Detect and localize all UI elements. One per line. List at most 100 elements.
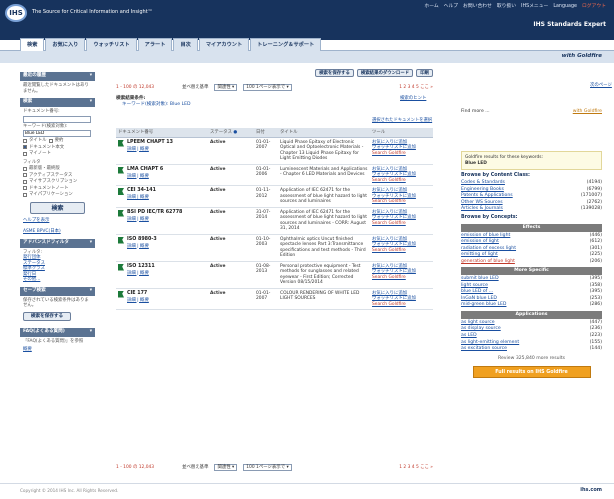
doc-number[interactable]: ISO 12311	[127, 264, 155, 269]
page-links-bottom[interactable]: 1 2 3 4 5 ここ »	[399, 465, 433, 471]
download-results-button[interactable]: 検索結果のダウンロード	[356, 69, 414, 77]
tab-training[interactable]: トレーニング＆サポート	[250, 38, 322, 51]
title-checkbox[interactable]	[23, 138, 27, 143]
filter-checkbox-2[interactable]	[23, 173, 27, 178]
sort-select-bottom[interactable]: 関連性 ▾	[214, 464, 238, 471]
detail-summary-links[interactable]: 詳細 | 概要	[127, 217, 206, 223]
per-page-select-bottom[interactable]: 100 1ページ表示で ▾	[243, 464, 292, 471]
concept-name[interactable]: as display source	[461, 326, 501, 332]
detail-summary-links[interactable]: 詳細 | 概要	[127, 298, 206, 304]
col-docnum[interactable]: ドキュメント番号	[116, 128, 208, 138]
goldfire-link[interactable]: with Goldfire	[573, 109, 602, 115]
concept-item[interactable]: blue LED of ... (395)	[461, 289, 602, 295]
saved-search-header[interactable]: セーブ検索	[20, 286, 95, 296]
top-link-handling[interactable]: 取り扱い	[497, 4, 516, 10]
content-class-item[interactable]: Codes & Standards (4194)	[461, 180, 602, 186]
content-class-name[interactable]: Articles & Journals	[461, 206, 503, 212]
detail-summary-links[interactable]: 詳細 | 概要	[127, 244, 206, 250]
info-icon[interactable]: ●	[233, 130, 237, 135]
concept-item[interactable]: radiation of excess light (301)	[461, 246, 602, 252]
filter-option-4[interactable]: ドキュメントノート	[23, 186, 92, 192]
filter-checkbox-4[interactable]	[23, 186, 27, 191]
search-help-link[interactable]: ヘルプを表示	[23, 218, 92, 224]
asme-bpvc-link[interactable]: ASME BPVC(日本)	[23, 229, 92, 235]
top-link-contact[interactable]: お問い合わせ	[463, 4, 492, 10]
filter-option-5[interactable]: マイパブリケーション	[23, 192, 92, 198]
concept-name[interactable]: emission of light	[461, 239, 499, 245]
concept-name[interactable]: InGaN blue LED	[461, 296, 497, 302]
concept-item[interactable]: generation of blue light (206)	[461, 259, 602, 265]
concept-item[interactable]: mid-green blue LED (286)	[461, 302, 602, 308]
concept-item[interactable]: as light-emitting element (155)	[461, 340, 602, 346]
filter-checkbox-1[interactable]	[23, 166, 27, 171]
advanced-filter-header[interactable]: アドバンスドフィルタ	[20, 238, 95, 248]
faq-header[interactable]: FAQ(よくある質問)	[20, 327, 95, 337]
tab-search[interactable]: 検索	[20, 38, 45, 51]
docnum-input[interactable]	[23, 115, 91, 123]
adv-filter-other[interactable]: その他...	[23, 277, 92, 283]
search-button[interactable]: 検索	[30, 201, 85, 214]
top-link-home[interactable]: ホーム	[424, 4, 438, 10]
content-class-name[interactable]: Other WS Sources	[461, 200, 503, 206]
search-hint-link[interactable]: 検索のヒント	[400, 96, 426, 102]
content-class-name[interactable]: Codes & Standards	[461, 180, 505, 186]
faq-link[interactable]: 概要	[23, 347, 92, 353]
content-class-item[interactable]: Other WS Sources (2762)	[461, 200, 602, 206]
footer-logo[interactable]: ihs.com	[580, 487, 602, 493]
search-goldfire-link[interactable]: Search Goldfire	[372, 302, 431, 308]
concept-item[interactable]: light source (358)	[461, 283, 602, 289]
note-checkbox[interactable]	[23, 151, 27, 156]
page-links[interactable]: 1 2 3 4 5 ここ »	[399, 85, 433, 91]
fulltext-option[interactable]: ドキュメント本文	[23, 145, 92, 151]
print-button[interactable]: 印刷	[416, 69, 433, 77]
doc-number[interactable]: LPEEM CHAPT 13	[127, 140, 173, 145]
sort-select[interactable]: 関連性 ▾	[214, 84, 238, 91]
concept-item[interactable]: emission of blue light (446)	[461, 233, 602, 239]
search-panel-header[interactable]: 検索	[20, 98, 95, 107]
concept-item[interactable]: as light source (447)	[461, 320, 602, 326]
content-class-item[interactable]: Patents & Applications (171007)	[461, 193, 602, 199]
keyword-input[interactable]	[23, 130, 91, 137]
content-class-name[interactable]: Patents & Applications	[461, 193, 513, 199]
content-class-name[interactable]: Engineering Books	[461, 187, 504, 193]
search-goldfire-link[interactable]: Search Goldfire	[372, 221, 431, 227]
search-goldfire-link[interactable]: Search Goldfire	[372, 248, 431, 254]
search-goldfire-link[interactable]: Search Goldfire	[372, 178, 431, 184]
col-date[interactable]: 日付	[254, 128, 278, 138]
tab-watchlist[interactable]: ウォッチリスト	[86, 38, 137, 51]
doc-number[interactable]: CEI 34-141	[127, 188, 156, 193]
detail-summary-links[interactable]: 詳細 | 概要	[127, 271, 206, 277]
recent-history-header[interactable]: 最近の履歴	[20, 72, 95, 81]
concept-name[interactable]: emission of blue light	[461, 233, 510, 239]
concept-name[interactable]: emitting of light	[461, 252, 498, 258]
tab-alerts[interactable]: アラート	[137, 38, 173, 51]
doc-number[interactable]: ISO 8980-3	[127, 237, 157, 242]
content-class-item[interactable]: Articles & Journals (139028)	[461, 206, 602, 212]
full-results-button[interactable]: Full results on IHS Goldfire	[472, 365, 591, 378]
concept-name[interactable]: generation of blue light	[461, 259, 515, 265]
top-link-help[interactable]: ヘルプ	[444, 4, 458, 10]
search-goldfire-link[interactable]: Search Goldfire	[372, 151, 431, 157]
tab-my-account[interactable]: マイアカウント	[198, 38, 250, 51]
tab-contents[interactable]: 目次	[173, 38, 198, 51]
search-goldfire-link[interactable]: Search Goldfire	[372, 275, 431, 281]
concept-item[interactable]: as display source (236)	[461, 326, 602, 332]
concept-item[interactable]: InGaN blue LED (253)	[461, 296, 602, 302]
concept-name[interactable]: as excitation source	[461, 346, 507, 352]
top-link-language[interactable]: Language	[553, 4, 577, 10]
detail-summary-links[interactable]: 詳細 | 概要	[127, 147, 206, 153]
ihs-logo[interactable]: IHS	[5, 4, 27, 22]
filter-option-3[interactable]: マイサブスクリプション	[23, 179, 92, 185]
concept-item[interactable]: emission of light (612)	[461, 239, 602, 245]
filter-option-1[interactable]: 最新版・最終版	[23, 166, 92, 172]
concept-name[interactable]: as light source	[461, 320, 495, 326]
concept-name[interactable]: radiation of excess light	[461, 246, 516, 252]
doc-number[interactable]: BSI PD IEC/TR 62778	[127, 210, 182, 215]
filter-checkbox-3[interactable]	[23, 179, 27, 184]
concept-item[interactable]: submit blue LED (395)	[461, 276, 602, 282]
select-all-link[interactable]: 選択されたドキュメントを選択	[372, 118, 432, 123]
filter-checkbox-5[interactable]	[23, 192, 27, 197]
concept-name[interactable]: light source	[461, 283, 488, 289]
top-link-menu[interactable]: IHSメニュー	[521, 4, 548, 10]
note-option[interactable]: マイノート	[23, 151, 92, 157]
